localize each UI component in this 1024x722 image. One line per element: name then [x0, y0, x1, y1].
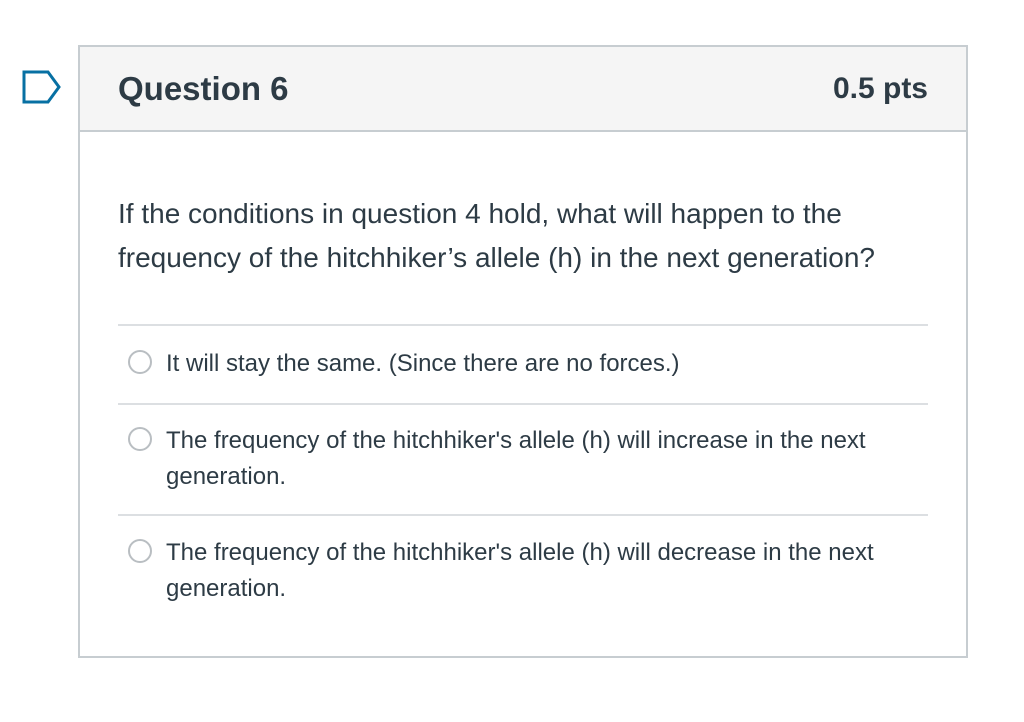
answer-label[interactable]: The frequency of the hitchhiker's allele… [166, 423, 886, 495]
answer-label[interactable]: The frequency of the hitchhiker's allele… [166, 535, 886, 607]
answer-label[interactable]: It will stay the same. (Since there are … [166, 346, 886, 382]
question-points: 0.5 pts [832, 71, 928, 105]
question-card: Question 6 0.5 pts If the conditions in … [78, 45, 968, 658]
question-title: Question 6 [118, 69, 289, 107]
answer-option[interactable]: The frequency of the hitchhiker's allele… [118, 405, 928, 516]
answer-option[interactable]: It will stay the same. (Since there are … [118, 326, 928, 405]
question-text: If the conditions in question 4 hold, wh… [118, 198, 875, 273]
question-header: Question 6 0.5 pts [80, 47, 966, 132]
radio-button[interactable] [128, 350, 152, 374]
radio-button[interactable] [128, 539, 152, 563]
question-body: If the conditions in question 4 hold, wh… [80, 132, 966, 626]
radio-button[interactable] [128, 427, 152, 451]
answer-list: It will stay the same. (Since there are … [118, 324, 928, 626]
flag-question-icon[interactable] [22, 70, 62, 104]
answer-option[interactable]: The frequency of the hitchhiker's allele… [118, 516, 928, 626]
